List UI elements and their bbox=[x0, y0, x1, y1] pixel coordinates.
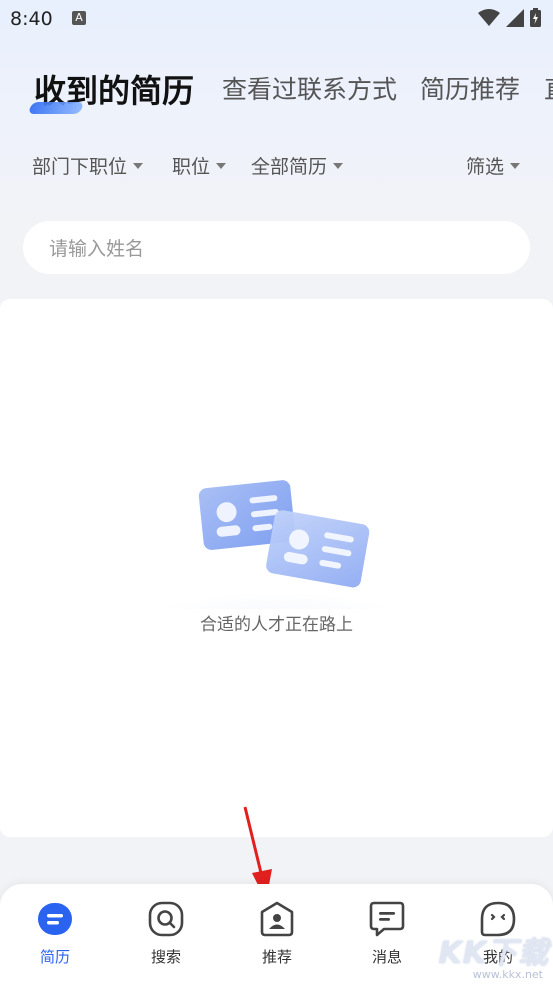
filter-all-resumes[interactable]: 全部简历 bbox=[251, 152, 344, 179]
watermark-logo: KK下载 bbox=[438, 936, 549, 971]
caret-down-icon bbox=[333, 162, 344, 169]
tab-more[interactable]: 直 bbox=[544, 70, 553, 106]
caret-down-icon bbox=[133, 162, 144, 169]
filter-label: 职位 bbox=[172, 156, 211, 178]
status-icons bbox=[478, 8, 541, 27]
nav-label-messages: 消息 bbox=[371, 948, 402, 966]
filter-screen[interactable]: 筛选 bbox=[466, 152, 521, 179]
filter-department-positions[interactable]: 部门下职位 bbox=[32, 152, 144, 179]
notification-icon: A bbox=[72, 11, 86, 25]
nav-search[interactable]: 搜索 bbox=[126, 900, 206, 967]
battery-icon bbox=[530, 8, 541, 27]
tab-resume-recommend[interactable]: 简历推荐 bbox=[420, 70, 520, 106]
watermark-url: www.kkx.net bbox=[472, 968, 543, 981]
nav-messages[interactable]: 消息 bbox=[347, 900, 427, 967]
signal-icon bbox=[506, 8, 524, 27]
empty-state-text: 合适的人才正在路上 bbox=[200, 615, 353, 635]
resume-icon bbox=[38, 903, 72, 935]
nav-resume[interactable]: 简历 bbox=[15, 900, 95, 967]
filter-label: 筛选 bbox=[466, 156, 505, 178]
nav-label-resume: 简历 bbox=[39, 948, 70, 966]
nav-label-search: 搜索 bbox=[150, 948, 181, 966]
filter-position[interactable]: 职位 bbox=[172, 152, 227, 179]
tab-viewed-contacts[interactable]: 查看过联系方式 bbox=[222, 70, 397, 106]
resume-tabs: 收到的简历 查看过联系方式 简历推荐 直 bbox=[0, 70, 553, 120]
search-box bbox=[23, 221, 530, 276]
nav-label-recommend: 推荐 bbox=[261, 948, 292, 966]
nav-recommend[interactable]: 推荐 bbox=[237, 900, 317, 967]
name-search-input[interactable] bbox=[47, 221, 511, 276]
filter-label: 部门下职位 bbox=[32, 156, 128, 178]
recommend-icon bbox=[260, 901, 294, 937]
empty-resume-illustration bbox=[126, 480, 426, 609]
status-time: 8:40 bbox=[10, 8, 53, 30]
caret-down-icon bbox=[216, 162, 227, 169]
resume-list-card: 合适的人才正在路上 bbox=[0, 299, 553, 837]
search-icon bbox=[148, 901, 184, 937]
filter-label: 全部简历 bbox=[251, 156, 328, 178]
caret-down-icon bbox=[510, 162, 521, 169]
active-tab-indicator bbox=[27, 102, 85, 114]
message-icon bbox=[369, 901, 405, 937]
status-bar: 8:40 A bbox=[0, 0, 553, 36]
filter-bar: 部门下职位 职位 全部简历 筛选 bbox=[0, 152, 553, 186]
wifi-icon bbox=[478, 8, 500, 26]
